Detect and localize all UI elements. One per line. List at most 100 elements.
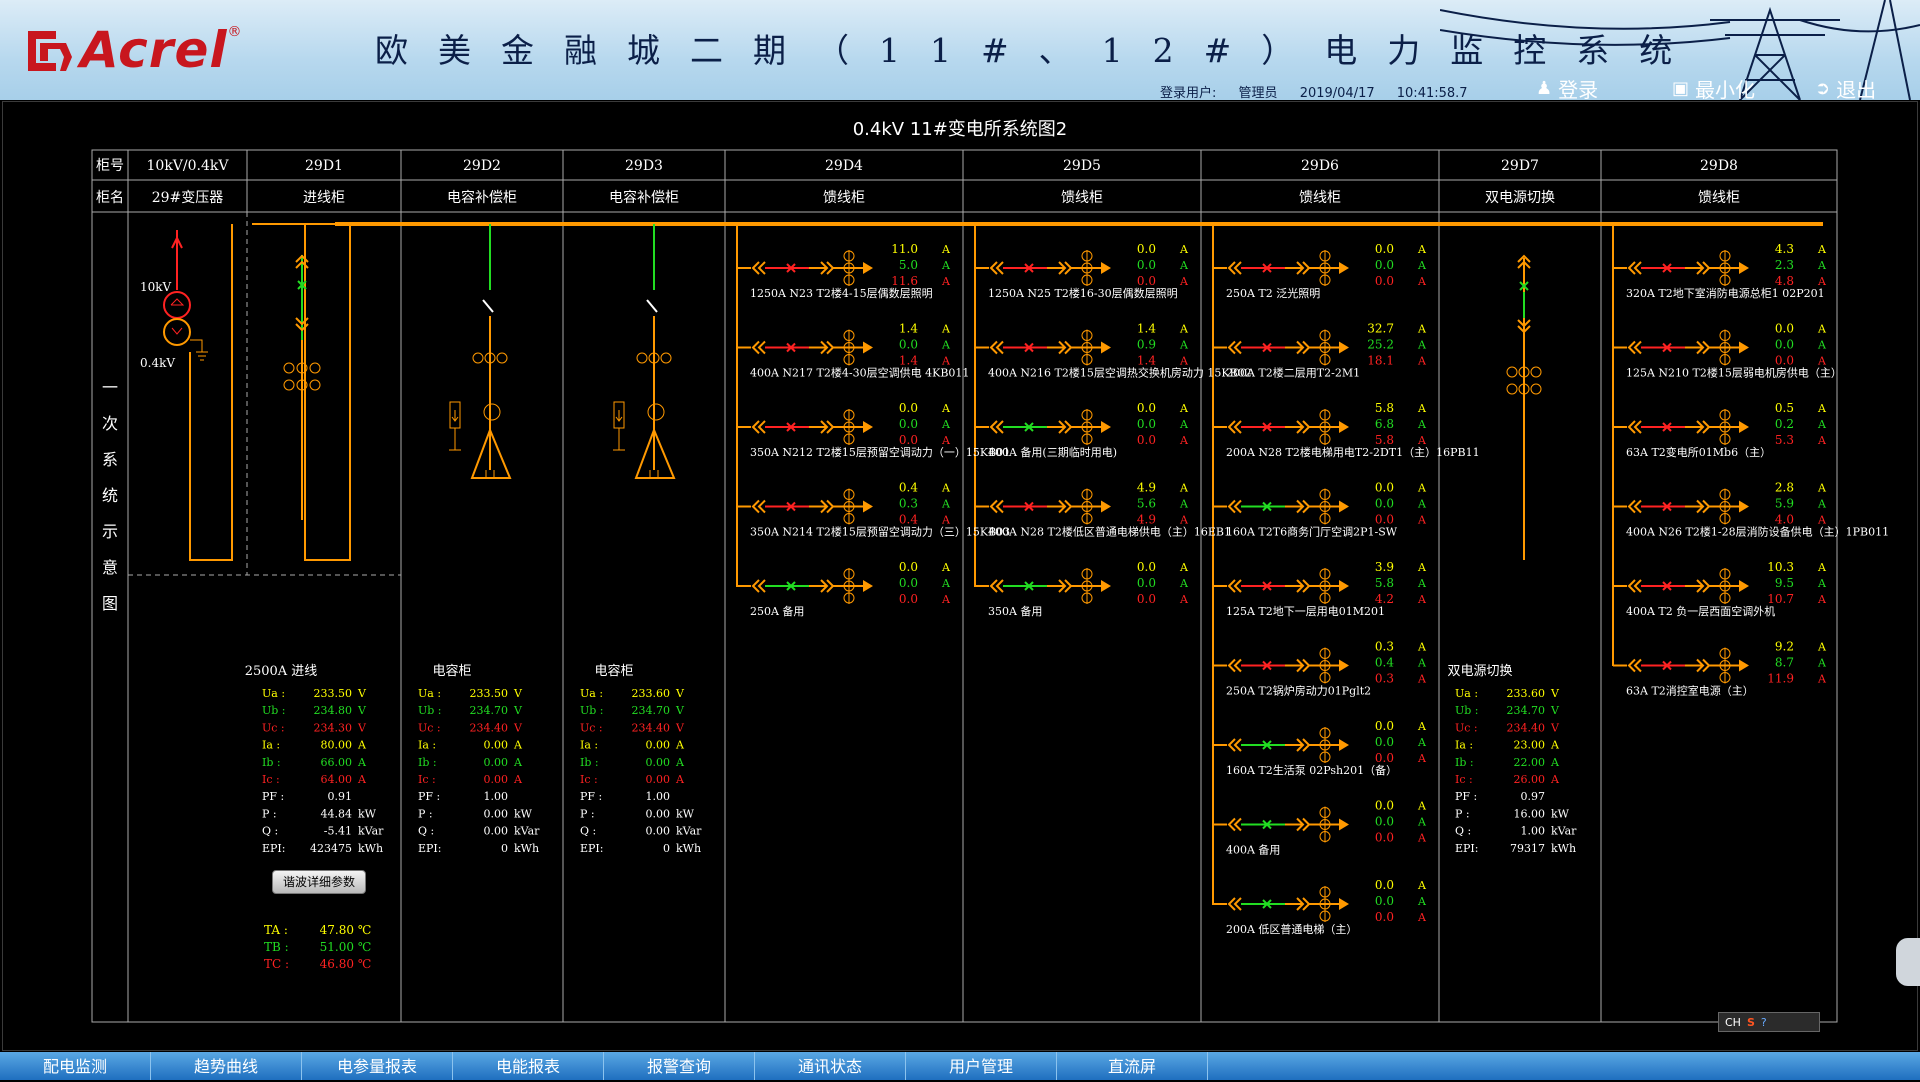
panel-title: 电容柜 [594, 663, 633, 679]
feeder-d5-1[interactable]: 1.4 A0.9 A1.4 A400A N216 T2楼15层空调热交换机房动力 15… [975, 322, 1252, 380]
feeder-d8-2[interactable]: 0.5 A 0.2 A 5.3 A 63A T2变电所01Mb6（主） [1613, 401, 1827, 459]
feeder-current-ic: 0.0 [1375, 831, 1394, 845]
feeder-d6-0[interactable]: 0.0 A 0.0 A 0.0 A 250A T2 泛光照明 [1213, 242, 1427, 300]
side-label-char: 系 [102, 450, 118, 469]
cabinet-name-1: 进线柜 [303, 190, 345, 206]
footer-tab-1[interactable]: 趋势曲线 [151, 1052, 302, 1080]
feeder-current-ic: 0.0 [1137, 274, 1156, 288]
feeder-d6-7[interactable]: 0.0 A 0.0 A 0.0 A 400A 备用 [1213, 799, 1427, 857]
feeder-d8-3[interactable]: 2.8 A5.9 A4.0 A400A N26 T2楼1-28层消防设备供电（主）1P… [1613, 481, 1889, 539]
feeder-current-ia: 0.0 [1375, 719, 1394, 733]
feeder-unit-ia: A [1817, 641, 1827, 654]
feeder-current-ia: 1.4 [899, 322, 918, 336]
feeder-d8-4[interactable]: 10.3 A 9.5 A 10.7 A 400A T2 负一层西面空调外机 [1613, 560, 1827, 618]
feeder-d6-2[interactable]: 5.8 A6.8 A5.8 A200A N28 T2楼电梯用电T2-2DT1（主）16… [1213, 401, 1480, 459]
feeder-current-ib: 2.3 [1775, 258, 1794, 272]
param-value-uc: 234.40 [470, 721, 509, 734]
feeder-unit-ib: A [941, 577, 951, 590]
feeder-d6-6[interactable]: 0.0 A 0.0 A 0.0 A 160A T2生活泵 02Psh201（备） [1213, 719, 1427, 777]
feeder-current-ic: 0.4 [899, 513, 918, 527]
feeder-current-ic: 10.7 [1767, 592, 1794, 606]
feeder-current-ib: 0.0 [899, 576, 918, 590]
param-value-q: -5.41 [324, 825, 352, 838]
param-value-ib: 0.00 [646, 756, 671, 769]
feeder-unit-ia: A [1179, 243, 1189, 256]
footer-tab-2[interactable]: 电参量报表 [302, 1052, 453, 1080]
feeder-d6-5[interactable]: 0.3 A 0.4 A 0.3 A 250A T2锅炉房动力01Pglt2 [1213, 640, 1427, 698]
row-label-cabinet-no: 柜号 [96, 158, 124, 174]
side-panel-handle[interactable] [1896, 938, 1920, 986]
param-value-ua: 233.50 [470, 687, 509, 700]
feeder-unit-ia: A [1417, 561, 1427, 574]
feeder-d8-1[interactable]: 0.0 A0.0 A0.0 A125A N210 T2楼15层弱电机房供电（主） [1613, 322, 1842, 380]
feeder-current-ib: 6.8 [1375, 417, 1394, 431]
feeder-d4-3[interactable]: 0.4 A0.3 A0.4 A350A N214 T2楼15层预留空调动力（三）15K… [737, 481, 1010, 539]
param-label-ic: Ic : [418, 773, 436, 786]
param-unit-ia: A [513, 739, 523, 752]
feeder-d4-4[interactable]: 0.0 A 0.0 A 0.0 A 250A 备用 [737, 560, 951, 618]
feeder-label: 400A T2 负一层西面空调外机 [1626, 604, 1775, 618]
feeder-unit-ib: A [1179, 259, 1189, 272]
param-value-ia: 23.00 [1514, 739, 1546, 752]
cabinet-no-7: 29D7 [1501, 158, 1539, 174]
feeder-d5-3[interactable]: 4.9 A5.6 A4.9 A400A N28 T2楼低区普通电梯供电（主）16EB1 [975, 481, 1231, 539]
footer-tab-0[interactable]: 配电监测 [0, 1052, 151, 1080]
feeder-d6-3[interactable]: 0.0 A 0.0 A 0.0 A 160A T2T6商务门厅空调2P1-SW [1213, 481, 1427, 539]
feeder-label: 350A N214 T2楼15层预留空调动力（三）15KB03 [750, 525, 1010, 539]
feeder-d4-2[interactable]: 0.0 A0.0 A0.0 A350A N212 T2楼15层预留空调动力（一）15K… [737, 401, 1010, 459]
feeder-label: 250A 备用 [750, 604, 804, 618]
param-unit-ic: A [1550, 773, 1560, 786]
footer-tab-3[interactable]: 电能报表 [453, 1052, 604, 1080]
feeder-current-ic: 0.0 [1375, 910, 1394, 924]
panel-title: 2500A 进线 [245, 664, 318, 679]
cabinet-no-6: 29D6 [1301, 158, 1339, 174]
feeder-d5-2[interactable]: 0.0 A 0.0 A 0.0 A 400A 备用(三期临时用电) [975, 401, 1189, 459]
feeder-d5-0[interactable]: 0.0 A0.0 A0.0 A1250A N25 T2楼16-30层偶数层照明 [975, 242, 1189, 300]
feeder-unit-ib: A [1817, 418, 1827, 431]
cabinet-no-3: 29D3 [625, 158, 663, 174]
feeder-unit-ib: A [941, 339, 951, 352]
feeder-current-ia: 0.0 [899, 401, 918, 415]
param-label-ua: Ua : [418, 687, 441, 700]
panel-title: 电容柜 [432, 663, 471, 679]
feeder-d4-0[interactable]: 11.0 A 5.0 A 11.6 A 1250A N23 T2楼4-15层偶数层照明 [737, 242, 951, 300]
param-label-ub: Ub : [1455, 704, 1479, 717]
feeder-d6-4[interactable]: 3.9 A 5.8 A 4.2 A 125A T2地下一层用电01M201 [1213, 560, 1427, 618]
footer-tab-5[interactable]: 通讯状态 [755, 1052, 906, 1080]
footer-tab-6[interactable]: 用户管理 [906, 1052, 1057, 1080]
feeder-d4-1[interactable]: 1.4 A0.0 A1.4 A400A N217 T2楼4-30层空调供电 4KB01… [737, 322, 969, 380]
feeder-d6-8[interactable]: 0.0 A 0.0 A 0.0 A 200A 低区普通电梯（主） [1213, 878, 1427, 936]
feeder-unit-ia: A [1417, 402, 1427, 415]
footer-tab-4[interactable]: 报警查询 [604, 1052, 755, 1080]
param-value-q: 0.00 [484, 825, 509, 838]
param-unit-ib: A [675, 756, 685, 769]
feeder-current-ib: 0.4 [1375, 656, 1394, 670]
feeder-unit-ib: A [1417, 498, 1427, 511]
feeder-current-ib: 0.2 [1775, 417, 1794, 431]
single-line-diagram: 柜号 柜名 10kV/0.4kV 29#变压器 29D1 进线柜 29D2 电容补偿柜 29… [91, 149, 1889, 1023]
feeder-current-ib: 0.0 [1375, 815, 1394, 829]
feeder-unit-ic: A [1417, 355, 1427, 368]
feeder-current-ic: 4.2 [1375, 592, 1394, 606]
feeder-current-ia: 4.3 [1775, 242, 1794, 256]
footer-nav: 配电监测 趋势曲线 电参量报表 电能报表 报警查询 通讯状态 用户管理 直流屏 [0, 1052, 1920, 1080]
feeder-current-ic: 4.0 [1775, 513, 1794, 527]
feeder-label: 400A 备用(三期临时用电) [988, 445, 1117, 459]
param-label-uc: Uc : [1455, 721, 1478, 734]
footer-tab-7[interactable]: 直流屏 [1057, 1052, 1208, 1080]
feeder-current-ib: 0.0 [1775, 338, 1794, 352]
feeder-current-ia: 3.9 [1375, 560, 1394, 574]
feeder-d5-4[interactable]: 0.0 A 0.0 A 0.0 A 350A 备用 [975, 560, 1189, 618]
harmonic-detail-button[interactable]: 谐波详细参数 [272, 870, 366, 894]
feeder-label: 250A T2 泛光照明 [1226, 286, 1320, 300]
param-unit-ia: A [357, 739, 367, 752]
param-unit-ua: V [357, 687, 367, 700]
temp-a-row: TA :47.80 ℃ [264, 923, 372, 937]
feeder-d6-1[interactable]: 32.7 A 25.2 A 18.1 A 200A T2楼二层用T2-2M1 [1213, 322, 1427, 380]
ime-toolbar[interactable]: CH S ? [1718, 1012, 1820, 1032]
feeder-d8-0[interactable]: 4.3 A2.3 A4.8 A320A T2地下室消防电源总柜1 02P201 [1613, 242, 1827, 300]
feeder-unit-ic: A [1817, 434, 1827, 447]
feeder-unit-ia: A [941, 323, 951, 336]
feeder-d8-5[interactable]: 9.2 A 8.7 A 11.9 A 63A T2消控室电源（主） [1613, 640, 1827, 698]
feeder-current-ia: 0.0 [899, 560, 918, 574]
